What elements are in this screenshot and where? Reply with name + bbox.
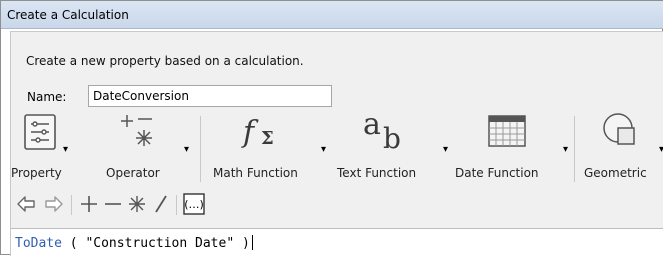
expression-editor[interactable]: ToDate ( "Construction Date" ) [11,228,663,257]
date-function-icon [488,115,526,150]
svg-text:b: b [383,122,401,152]
geometric-label: Geometric [584,166,647,180]
date-function-dropdown-arrow[interactable]: ▾ [563,144,568,155]
text-function-icon: a b [361,106,411,155]
dialog-body: Create a new property based on a calcula… [10,31,663,257]
property-button[interactable]: ▾ Property [3,112,81,186]
parentheses-icon[interactable]: (…) [182,192,206,216]
property-label: Property [11,166,62,180]
function-ribbon: ▾ Property ▾ Operator f Σ ▾ Math Functio… [11,107,663,186]
property-list-icon [24,114,56,153]
svg-text:f: f [241,115,259,150]
undo-icon[interactable] [15,192,39,216]
text-function-button[interactable]: a b ▾ Text Function [331,107,451,186]
math-function-icon: f Σ [241,108,285,155]
text-function-label: Text Function [337,166,417,180]
expression-args: ( "Construction Date" ) [61,236,250,251]
title-bar: Create a Calculation [1,1,663,29]
multiply-icon[interactable] [125,192,149,216]
text-function-dropdown-arrow[interactable]: ▾ [443,144,448,155]
geometric-button[interactable]: ▾ Geometric [576,112,663,186]
property-dropdown-arrow[interactable]: ▾ [63,144,68,155]
operator-icon [120,112,156,153]
redo-icon[interactable] [41,192,65,216]
geometric-dropdown-arrow[interactable]: ▾ [659,144,663,155]
subtract-icon[interactable] [101,192,125,216]
date-function-button[interactable]: ▾ Date Function [451,112,571,186]
calculation-dialog: Create a Calculation Create a new proper… [0,0,663,257]
math-function-label: Math Function [213,166,298,180]
svg-text:a: a [363,107,381,142]
ribbon-separator [574,116,575,182]
svg-text:(…): (…) [184,198,204,211]
math-function-button[interactable]: f Σ ▾ Math Function [201,112,331,186]
text-caret [251,235,253,250]
window-title: Create a Calculation [7,8,129,22]
name-input[interactable] [88,85,332,107]
operator-button[interactable]: ▾ Operator [98,112,189,186]
operator-label: Operator [106,166,160,180]
operator-dropdown-arrow[interactable]: ▾ [184,144,189,155]
name-label: Name: [27,90,67,104]
toolbar-separator [71,195,72,215]
dialog-description: Create a new property based on a calcula… [26,54,304,68]
add-icon[interactable] [77,192,101,216]
divide-icon[interactable] [149,192,173,216]
svg-text:Σ: Σ [261,128,274,149]
math-function-dropdown-arrow[interactable]: ▾ [321,144,326,155]
geometric-icon [602,112,640,153]
toolbar-separator [176,195,177,215]
expression-function: ToDate [15,236,62,251]
date-function-label: Date Function [455,166,539,180]
edit-toolbar: (…) [11,192,663,218]
expression-text: ToDate ( "Construction Date" ) [15,235,253,251]
